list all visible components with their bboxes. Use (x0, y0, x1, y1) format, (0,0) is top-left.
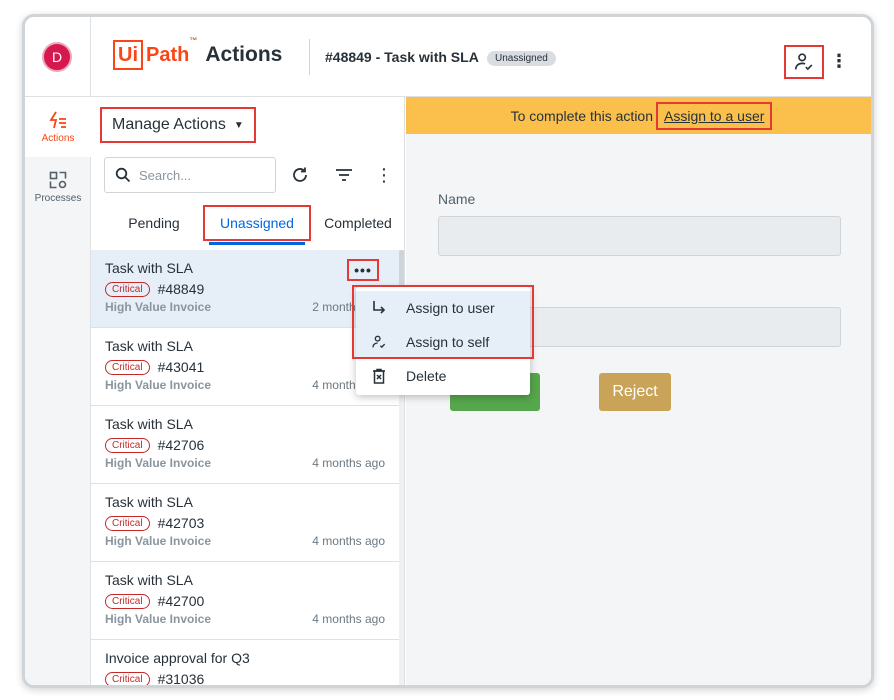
task-category: High Value Invoice (105, 300, 212, 314)
task-id: #42706 (157, 437, 205, 453)
task-category: High Value Invoice (105, 378, 212, 392)
filter-svg (336, 169, 352, 181)
task-row-meta: Critical #42706 (105, 437, 385, 453)
task-row-meta: Critical #42700 (105, 593, 385, 609)
priority-badge: Critical (105, 593, 150, 609)
list-more-icon[interactable]: ⋮ (372, 163, 396, 187)
name-field[interactable] (438, 216, 841, 256)
manage-actions-label: Manage Actions (112, 116, 226, 133)
menu-label: Assign to self (406, 334, 490, 350)
task-id: #42700 (157, 593, 205, 609)
task-list: Task with SLA Critical #48849 High Value… (91, 250, 399, 687)
product-name: Actions (205, 43, 283, 66)
assign-banner: To complete this action Assign to a user (406, 97, 871, 134)
task-time: 4 months ago (312, 612, 385, 626)
task-title: #48849 - Task with SLA (325, 49, 479, 65)
processes-icon (49, 171, 67, 188)
search-input[interactable] (139, 167, 259, 183)
search-icon (115, 167, 131, 183)
left-nav-rail: Actions Processes (25, 97, 91, 685)
task-row-footer: High Value Invoice 4 months ago (105, 612, 385, 626)
row-more-button[interactable]: ••• (347, 259, 379, 281)
tab-unassigned[interactable]: Unassigned (203, 205, 311, 245)
task-time: 4 months ago (312, 456, 385, 470)
task-title-text: Invoice approval for Q3 (105, 650, 250, 666)
manage-actions-dropdown[interactable]: Manage Actions ▼ (100, 107, 256, 143)
task-row-footer: High Value Invoice 2 months ago (105, 300, 385, 314)
assign-self-icon (794, 53, 813, 71)
reject-button[interactable]: Reject (599, 373, 671, 411)
refresh-svg (293, 167, 307, 182)
logo-ui: Ui (113, 40, 143, 70)
rail-item-processes[interactable]: Processes (25, 157, 91, 217)
banner-text: To complete this action (510, 107, 653, 124)
logo-path: Path™ (146, 36, 197, 67)
task-row-43041[interactable]: Task with SLA Critical #43041 High Value… (91, 328, 399, 406)
logo-tm: ™ (189, 35, 198, 45)
rail-item-actions[interactable]: Actions (25, 97, 91, 157)
task-row-footer: High Value Invoice 4 months ago (105, 456, 385, 470)
task-title-text: Task with SLA (105, 260, 193, 276)
menu-item-delete[interactable]: Delete (356, 359, 530, 393)
name-label: Name (438, 191, 476, 207)
menu-item-assign-to-user[interactable]: Assign to user (356, 291, 530, 325)
task-id: #43041 (157, 359, 205, 375)
task-row-meta: Critical #43041 (105, 359, 385, 375)
task-title-text: Task with SLA (105, 416, 193, 432)
more-options-icon[interactable]: ⋮ (830, 47, 848, 75)
task-id: #31036 (157, 671, 205, 687)
menu-item-assign-to-self[interactable]: Assign to self (356, 325, 530, 359)
task-title-text: Task with SLA (105, 572, 193, 588)
task-row-meta: Critical #42703 (105, 515, 385, 531)
task-title-text: Task with SLA (105, 494, 193, 510)
status-badge: Unassigned (487, 51, 556, 66)
task-tabs: Pending Unassigned Completed (105, 205, 405, 245)
tab-completed[interactable]: Completed (311, 205, 405, 241)
chevron-down-icon: ▼ (233, 119, 244, 131)
priority-badge: Critical (105, 671, 150, 685)
header-divider (309, 39, 310, 75)
priority-badge: Critical (105, 437, 150, 453)
task-category: High Value Invoice (105, 456, 212, 470)
user-avatar[interactable]: D (42, 42, 72, 72)
menu-label: Assign to user (406, 300, 495, 316)
task-category: High Value Invoice (105, 612, 212, 626)
task-row-42706[interactable]: Task with SLA Critical #42706 High Value… (91, 406, 399, 484)
actions-icon (49, 111, 66, 128)
task-row-42703[interactable]: Task with SLA Critical #42703 High Value… (91, 484, 399, 562)
task-time: 4 months ago (312, 534, 385, 548)
priority-badge: Critical (105, 281, 150, 297)
refresh-icon[interactable] (288, 163, 312, 187)
delete-icon (370, 367, 388, 385)
uipath-logo: Ui Path™ Actions (113, 36, 283, 70)
row-context-menu: Assign to user Assign to self Delete (356, 287, 530, 395)
app-header: D Ui Path™ Actions #48849 - Task with SL… (25, 17, 871, 97)
task-row-31036[interactable]: Invoice approval for Q3 Critical #31036 (91, 640, 399, 687)
task-row-48849[interactable]: Task with SLA Critical #48849 High Value… (91, 250, 399, 328)
task-category: High Value Invoice (105, 534, 212, 548)
logo-path-text: Path (146, 43, 190, 66)
assign-to-user-link[interactable]: Assign to a user (656, 101, 773, 130)
assign-to-self-button[interactable] (784, 45, 824, 79)
assign-self-icon (370, 333, 388, 351)
task-row-meta: Critical #31036 (105, 671, 385, 687)
app-window: D Ui Path™ Actions #48849 - Task with SL… (22, 14, 874, 688)
rail-label-processes: Processes (34, 192, 82, 204)
task-title-text: Task with SLA (105, 338, 193, 354)
menu-label: Delete (406, 368, 447, 384)
header-rail-cell: D (25, 17, 91, 97)
filter-icon[interactable] (332, 163, 356, 187)
rail-label-actions: Actions (41, 132, 75, 144)
task-id: #42703 (157, 515, 205, 531)
task-row-footer: High Value Invoice 4 months ago (105, 378, 385, 392)
priority-badge: Critical (105, 359, 150, 375)
assign-user-icon (370, 299, 388, 317)
task-row-42700[interactable]: Task with SLA Critical #42700 High Value… (91, 562, 399, 640)
tab-pending[interactable]: Pending (105, 205, 203, 241)
search-box[interactable] (104, 157, 276, 193)
task-row-footer: High Value Invoice 4 months ago (105, 534, 385, 548)
task-id: #48849 (157, 281, 205, 297)
priority-badge: Critical (105, 515, 150, 531)
task-row-meta: Critical #48849 (105, 281, 385, 297)
